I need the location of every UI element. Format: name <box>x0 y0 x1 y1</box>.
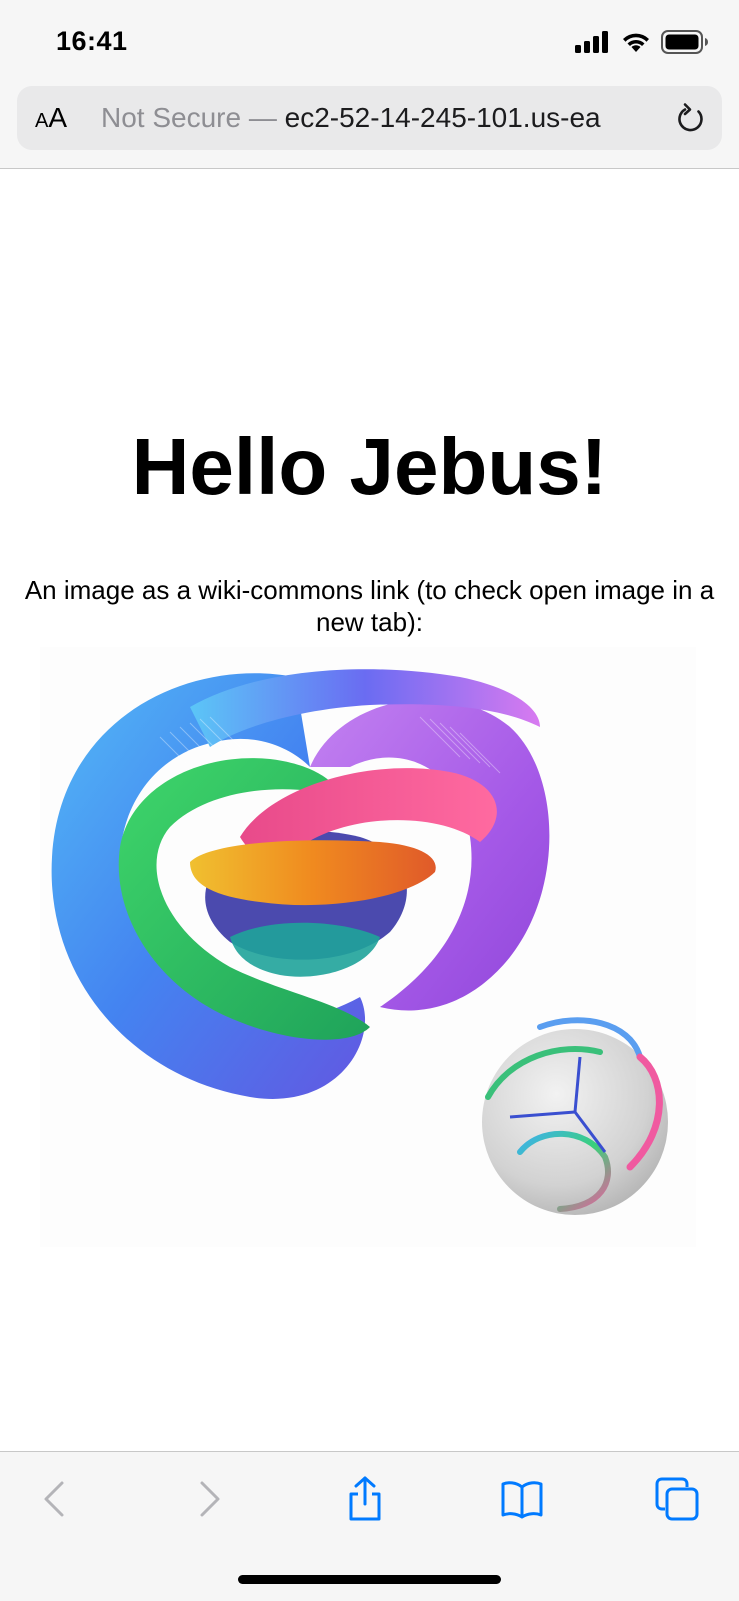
tabs-button[interactable] <box>652 1476 702 1526</box>
url-domain: ec2-52-14-245-101.us-ea <box>284 102 601 133</box>
battery-icon <box>661 30 709 59</box>
bookmarks-button[interactable] <box>497 1476 547 1526</box>
back-icon <box>40 1479 68 1524</box>
hopf-fibration-image <box>40 647 696 1247</box>
url-text[interactable]: Not Secure — ec2-52-14-245-101.us-ea <box>101 101 673 135</box>
status-time: 16:41 <box>56 26 128 56</box>
text-size-button[interactable]: AA <box>35 102 67 136</box>
text-size-small-a: A <box>35 110 49 132</box>
forward-button[interactable] <box>185 1476 235 1526</box>
status-icons <box>575 30 709 59</box>
forward-icon <box>196 1479 224 1524</box>
page-description: An image as a wiki-commons link (to chec… <box>24 575 715 637</box>
home-indicator[interactable] <box>238 1575 501 1584</box>
text-size-large-a: A <box>48 102 68 133</box>
status-bar: 16:41 <box>0 0 739 84</box>
url-field[interactable]: AA Not Secure — ec2-52-14-245-101.us-ea <box>17 86 722 150</box>
tabs-icon <box>655 1477 699 1526</box>
wiki-commons-image-link[interactable] <box>40 647 696 1247</box>
share-button[interactable] <box>340 1476 390 1526</box>
reload-button[interactable] <box>674 102 708 136</box>
bookmarks-icon <box>501 1479 543 1524</box>
web-content: Hello Jebus! An image as a wiki-commons … <box>0 169 739 1451</box>
page-title: Hello Jebus! <box>131 422 608 511</box>
share-icon <box>345 1476 385 1527</box>
security-label: Not Secure — <box>101 102 277 133</box>
back-button[interactable] <box>29 1476 79 1526</box>
reload-icon <box>674 103 708 140</box>
cellular-signal-icon <box>575 31 611 58</box>
address-bar-area: AA Not Secure — ec2-52-14-245-101.us-ea <box>0 84 739 169</box>
wifi-icon <box>621 31 651 58</box>
